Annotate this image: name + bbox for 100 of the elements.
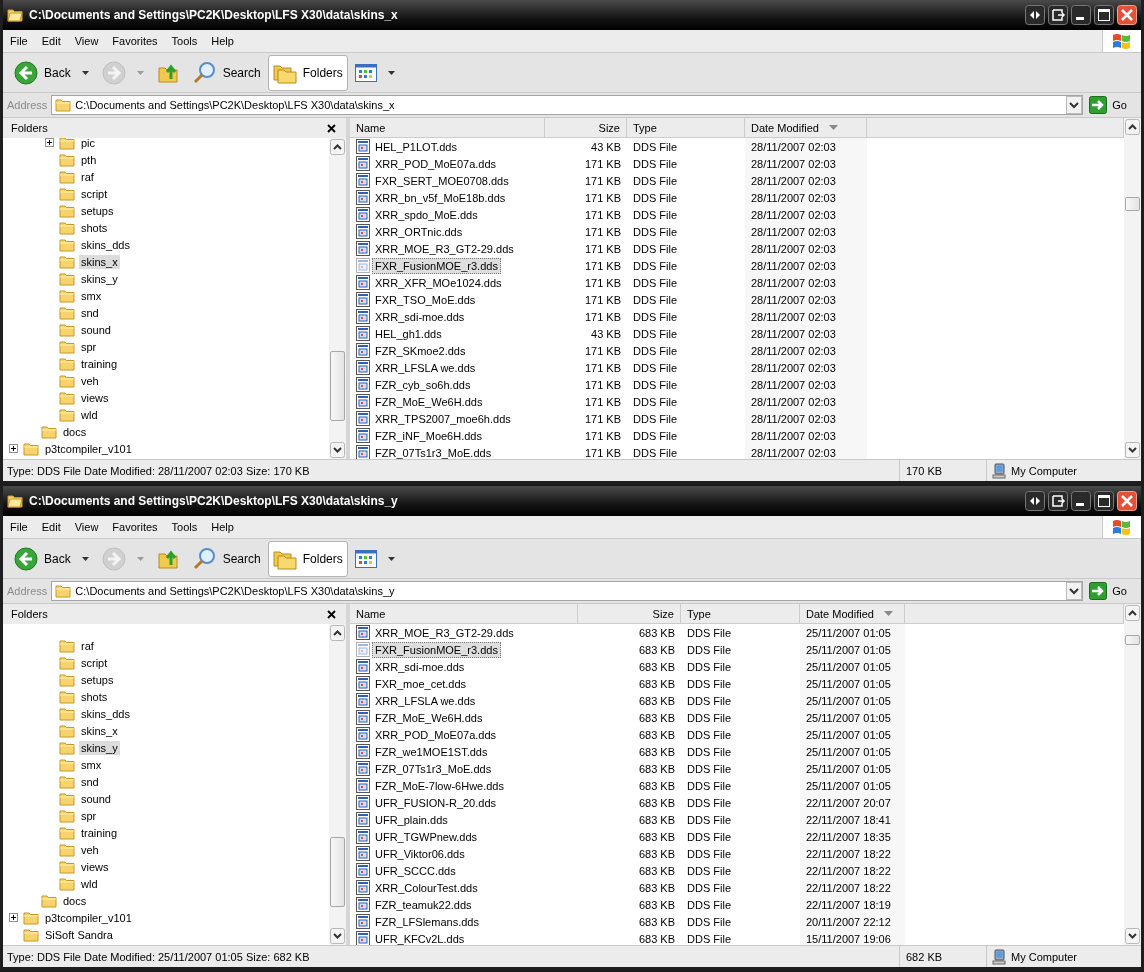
address-field[interactable]: C:\Documents and Settings\PC2K\Desktop\LFS X30\data\skins_x bbox=[51, 95, 1084, 115]
file-name[interactable]: HEL_gh1.dds bbox=[372, 325, 445, 342]
file-name[interactable]: FXR_FusionMOE_r3.dds bbox=[372, 257, 501, 274]
folder-tree-item[interactable]: raf bbox=[79, 638, 96, 653]
column-header[interactable]: Type bbox=[627, 118, 745, 137]
file-name[interactable]: XRR_LFSLA we.dds bbox=[372, 359, 479, 376]
dropdown-icon[interactable] bbox=[1066, 96, 1083, 114]
folder-tree-item[interactable]: veh bbox=[79, 373, 101, 388]
menu-item[interactable]: View bbox=[67, 516, 106, 538]
file-name[interactable]: XRR_ColourTest.dds bbox=[372, 879, 481, 896]
folder-tree-item[interactable]: SiSoft Sandra bbox=[43, 927, 115, 942]
scrollbar[interactable] bbox=[1124, 118, 1141, 459]
folder-tree-item[interactable]: script bbox=[79, 186, 110, 201]
folder-tree-item[interactable]: docs bbox=[61, 893, 89, 908]
dropdown-icon[interactable] bbox=[1066, 582, 1083, 600]
folder-tree-item[interactable]: skins_x bbox=[79, 723, 120, 738]
expand-plus-icon[interactable] bbox=[9, 444, 18, 453]
scroll-down-icon[interactable] bbox=[1125, 928, 1140, 944]
scroll-down-icon[interactable] bbox=[330, 442, 345, 458]
file-name[interactable]: XRR_ORTnic.dds bbox=[372, 223, 466, 240]
file-name[interactable]: XRR_MOE_R3_GT2-29.dds bbox=[372, 240, 517, 257]
folder-tree-item[interactable]: wld bbox=[79, 407, 100, 422]
column-header[interactable]: Date Modified bbox=[800, 604, 905, 623]
swap-arrows-icon[interactable] bbox=[1025, 5, 1045, 25]
file-name[interactable]: FXR_moe_cet.dds bbox=[372, 675, 470, 692]
folder-tree-item[interactable]: snd bbox=[79, 774, 101, 789]
scroll-up-icon[interactable] bbox=[1125, 605, 1140, 621]
file-name[interactable]: FZR_MoE_We6H.dds bbox=[372, 393, 486, 410]
folder-tree-item[interactable]: spr bbox=[79, 808, 99, 823]
folder-tree-item[interactable]: views bbox=[79, 390, 111, 405]
file-name[interactable]: FZR_we1MOE1ST.dds bbox=[372, 743, 491, 760]
folder-tree-item[interactable]: veh bbox=[79, 842, 101, 857]
expand-plus-icon[interactable] bbox=[9, 913, 18, 922]
folder-tree-item[interactable]: skins_y bbox=[79, 740, 120, 755]
column-header[interactable]: Name bbox=[350, 604, 578, 623]
search-button[interactable]: Search bbox=[187, 54, 266, 91]
column-header[interactable]: Size bbox=[578, 604, 681, 623]
menu-item[interactable]: Help bbox=[204, 516, 241, 538]
maximize-icon[interactable] bbox=[1094, 5, 1114, 25]
folders-button[interactable]: Folders bbox=[267, 540, 348, 577]
file-name[interactable]: UFR_SCCC.dds bbox=[372, 862, 459, 879]
menu-item[interactable]: Edit bbox=[34, 516, 68, 538]
close-icon[interactable] bbox=[1117, 5, 1137, 25]
file-name[interactable]: FZR_teamuk22.dds bbox=[372, 896, 475, 913]
folder-tree-item[interactable]: spr bbox=[79, 339, 99, 354]
folder-tree-item[interactable]: pth bbox=[79, 152, 99, 167]
file-name[interactable]: UFR_Viktor06.dds bbox=[372, 845, 468, 862]
file-name[interactable]: XRR_MOE_R3_GT2-29.dds bbox=[372, 624, 517, 641]
file-name[interactable]: XRR_POD_MoE07a.dds bbox=[372, 726, 500, 743]
minimize-icon[interactable] bbox=[1071, 491, 1091, 511]
file-name[interactable]: UFR_FUSION-R_20.dds bbox=[372, 794, 500, 811]
close-icon[interactable] bbox=[327, 123, 336, 133]
folder-tree-item[interactable]: setups bbox=[79, 203, 116, 218]
menu-item[interactable]: Favorites bbox=[105, 516, 165, 538]
folder-tree-item[interactable]: smx bbox=[79, 288, 104, 303]
folder-tree-item[interactable]: skins_dds bbox=[79, 706, 132, 721]
go-button[interactable]: Go bbox=[1087, 96, 1137, 114]
menu-item[interactable]: Tools bbox=[164, 516, 205, 538]
search-button[interactable]: Search bbox=[187, 540, 266, 577]
column-header[interactable]: Type bbox=[681, 604, 800, 623]
file-name[interactable]: FZR_07Ts1r3_MoE.dds bbox=[372, 760, 495, 777]
file-name[interactable]: FZR_07Ts1r3_MoE.dds bbox=[372, 444, 495, 459]
scrollbar[interactable] bbox=[1124, 604, 1141, 945]
file-name[interactable]: FZR_SKmoe2.dds bbox=[372, 342, 469, 359]
menu-item[interactable]: View bbox=[67, 30, 106, 52]
scrollbar[interactable] bbox=[329, 138, 346, 459]
file-name[interactable]: HEL_P1LOT.dds bbox=[372, 138, 460, 155]
folder-tree-item[interactable]: sound bbox=[79, 791, 113, 806]
file-name[interactable]: UFR_plain.dds bbox=[372, 811, 451, 828]
file-name[interactable]: FZR_iNF_Moe6H.dds bbox=[372, 427, 485, 444]
scroll-thumb[interactable] bbox=[1125, 635, 1140, 645]
file-name[interactable]: FXR_TSO_MoE.dds bbox=[372, 291, 479, 308]
close-icon[interactable] bbox=[327, 609, 336, 619]
file-name[interactable]: XRR_spdo_MoE.dds bbox=[372, 206, 481, 223]
file-name[interactable]: XRR_POD_MoE07a.dds bbox=[372, 155, 500, 172]
back-button[interactable]: Back bbox=[9, 54, 76, 91]
folder-tree-item[interactable]: pic bbox=[79, 138, 98, 150]
folder-tree-item[interactable]: training bbox=[79, 356, 120, 371]
file-name[interactable]: FZR_LFSlemans.dds bbox=[372, 913, 482, 930]
close-icon[interactable] bbox=[1117, 491, 1137, 511]
folder-tree-item[interactable]: wld bbox=[79, 876, 100, 891]
file-name[interactable]: XRR_LFSLA we.dds bbox=[372, 692, 479, 709]
folder-tree-item[interactable]: views bbox=[79, 859, 111, 874]
folder-tree-item[interactable]: p3tcompiler_v101 bbox=[43, 910, 134, 925]
folder-tree-item[interactable]: skins_y bbox=[79, 271, 120, 286]
folder-tree-item[interactable]: shots bbox=[79, 220, 110, 235]
menu-item[interactable]: Edit bbox=[34, 30, 68, 52]
file-name[interactable]: UFR_KFCv2L.dds bbox=[372, 930, 468, 945]
file-name[interactable]: XRR_TPS2007_moe6h.dds bbox=[372, 410, 514, 427]
scroll-up-icon[interactable] bbox=[330, 625, 345, 641]
menu-item[interactable]: File bbox=[3, 516, 35, 538]
folder-tree-item[interactable]: setups bbox=[79, 672, 116, 687]
scroll-thumb[interactable] bbox=[330, 837, 345, 907]
column-header[interactable]: Name bbox=[350, 118, 545, 137]
go-button[interactable]: Go bbox=[1087, 582, 1137, 600]
scroll-down-icon[interactable] bbox=[330, 928, 345, 944]
scroll-thumb[interactable] bbox=[330, 351, 345, 421]
file-name[interactable]: XRR_XFR_MOe1024.dds bbox=[372, 274, 505, 291]
expand-plus-icon[interactable] bbox=[45, 138, 54, 147]
file-name[interactable]: FZR_cyb_so6h.dds bbox=[372, 376, 474, 393]
